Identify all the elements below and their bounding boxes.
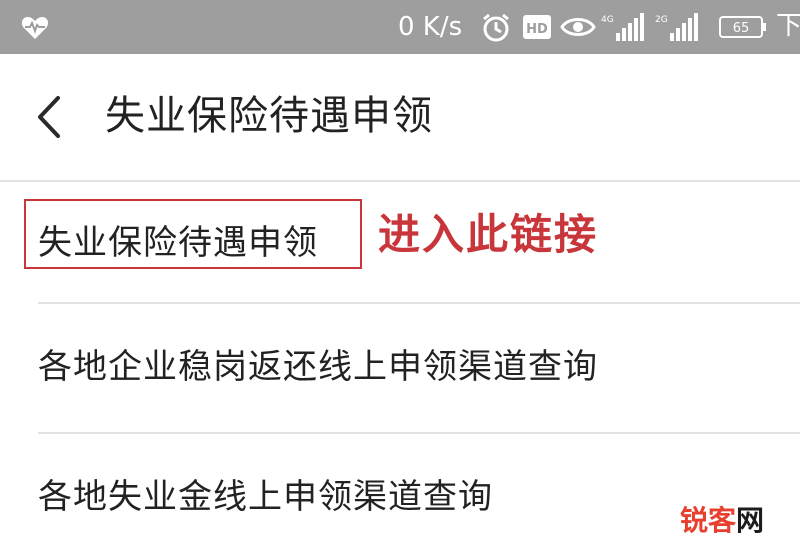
signal-4g-icon: 4G bbox=[601, 13, 644, 41]
list-item-label: 各地失业金线上申领渠道查询 bbox=[38, 477, 493, 517]
title-bar: 失业保险待遇申领 bbox=[0, 54, 800, 182]
screen: 0 K/s HD 4G 2G 65 下 失业保险待遇申领 失业保险待遇申领 各地… bbox=[0, 0, 800, 550]
annotation-text: 进入此链接 bbox=[378, 210, 599, 259]
hd-icon: HD bbox=[523, 15, 551, 39]
eye-icon bbox=[560, 18, 596, 36]
network-speed: 0 K/s bbox=[398, 12, 463, 42]
watermark-text-part-2: 网 bbox=[736, 504, 765, 537]
signal-2g-icon: 2G bbox=[655, 13, 698, 41]
list-item-job-stabilization-refund[interactable]: 各地企业稳岗返还线上申领渠道查询 bbox=[0, 304, 800, 432]
status-trailing-text: 下 bbox=[776, 11, 800, 41]
watermark: 锐客网 bbox=[680, 503, 764, 539]
chevron-left-icon bbox=[38, 96, 60, 138]
battery-level: 65 bbox=[733, 21, 750, 36]
highlight-box bbox=[24, 199, 362, 269]
signal-2g-label: 2G bbox=[655, 15, 668, 25]
signal-4g-label: 4G bbox=[601, 15, 614, 25]
watermark-text-part-1: 锐客 bbox=[680, 504, 737, 537]
back-button[interactable] bbox=[24, 92, 74, 142]
list-item-label: 各地企业稳岗返还线上申领渠道查询 bbox=[38, 347, 598, 387]
heart-rate-icon bbox=[21, 17, 49, 39]
svg-text:HD: HD bbox=[526, 22, 548, 37]
status-bar: 0 K/s HD 4G 2G 65 下 bbox=[0, 0, 800, 54]
battery-icon: 65 bbox=[719, 16, 766, 38]
alarm-icon bbox=[483, 13, 509, 42]
page-title: 失业保险待遇申领 bbox=[105, 93, 433, 139]
